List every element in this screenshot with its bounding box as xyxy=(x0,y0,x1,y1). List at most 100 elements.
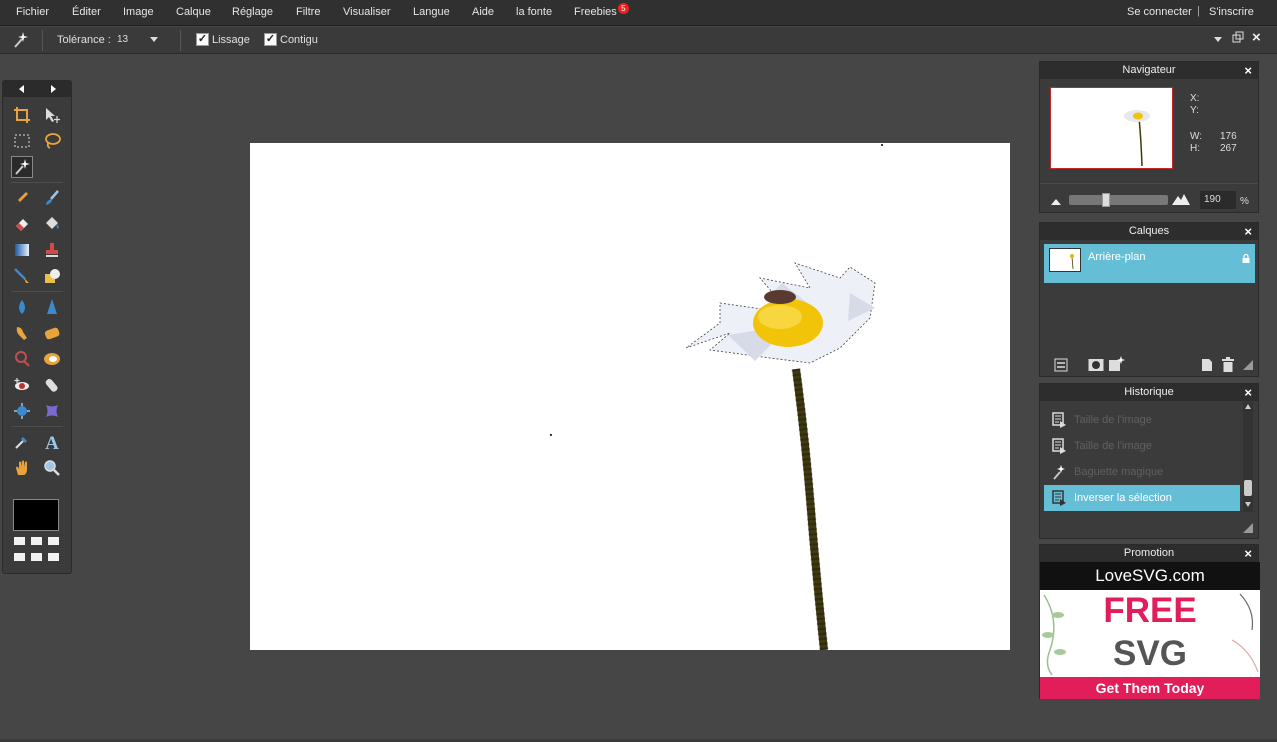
red-eye-icon[interactable] xyxy=(11,374,33,396)
history-item[interactable]: Taille de l'image xyxy=(1044,433,1240,459)
paint-bucket-icon[interactable] xyxy=(41,213,63,235)
navigator-panel: Navigateur × X: Y: W: 176 H: 267 190 % xyxy=(1039,61,1259,213)
history-item-active[interactable]: Inverser la sélection xyxy=(1044,485,1240,511)
menu-reglage[interactable]: Réglage xyxy=(232,6,273,18)
scroll-down-icon[interactable] xyxy=(1245,502,1251,507)
promo-cta-button[interactable]: Get Them Today xyxy=(1040,677,1260,699)
tool-divider xyxy=(11,182,63,183)
panels-dropdown-icon[interactable] xyxy=(1214,37,1222,42)
menu-visualiser[interactable]: Visualiser xyxy=(343,6,391,18)
brush-icon[interactable] xyxy=(41,187,63,209)
image-canvas[interactable] xyxy=(250,143,1010,650)
navigator-title: Navigateur xyxy=(1122,64,1176,76)
panel-resize-icon[interactable] xyxy=(1243,523,1253,533)
history-item[interactable]: Taille de l'image xyxy=(1044,407,1240,433)
close-icon[interactable]: × xyxy=(1244,384,1252,401)
history-scrollbar[interactable] xyxy=(1243,402,1253,512)
navigator-thumbnail[interactable] xyxy=(1050,87,1173,169)
promo-svg-text: SVG xyxy=(1113,634,1187,673)
magic-wand-tool-icon[interactable] xyxy=(11,156,33,178)
close-window-icon[interactable]: × xyxy=(1252,29,1261,46)
new-layer-icon[interactable] xyxy=(1201,358,1213,372)
dodge-burn-icon[interactable] xyxy=(11,348,33,370)
eraser-icon[interactable] xyxy=(11,213,33,235)
crop-icon[interactable] xyxy=(11,104,33,126)
menu-la-fonte[interactable]: la fonte xyxy=(516,6,552,18)
close-icon[interactable]: × xyxy=(1244,62,1252,79)
layers-toolbar xyxy=(1040,353,1258,377)
close-icon[interactable]: × xyxy=(1244,223,1252,240)
gradient-icon[interactable] xyxy=(11,239,33,261)
zoom-slider-handle[interactable] xyxy=(1102,193,1110,207)
layer-thumbnail xyxy=(1049,248,1081,272)
delete-layer-icon[interactable] xyxy=(1222,357,1234,372)
type-icon[interactable]: A xyxy=(41,431,63,453)
grid-view-icon[interactable] xyxy=(14,537,60,565)
smudge-icon[interactable] xyxy=(11,322,33,344)
hand-icon[interactable] xyxy=(11,457,33,479)
tolerance-dropdown-icon[interactable] xyxy=(150,37,158,42)
menu-editer[interactable]: Éditer xyxy=(72,6,101,18)
promo-brand: LoveSVG.com xyxy=(1040,562,1260,590)
smoothing-checkbox[interactable]: ✓ xyxy=(196,33,209,46)
bloat-icon[interactable] xyxy=(41,374,63,396)
zoom-slider[interactable] xyxy=(1069,195,1168,205)
color-swatch[interactable] xyxy=(13,499,59,531)
layer-row[interactable]: Arrière-plan xyxy=(1044,244,1255,283)
register-link[interactable]: S'inscrire xyxy=(1209,6,1254,18)
options-divider xyxy=(42,30,43,51)
marquee-icon[interactable] xyxy=(11,130,33,152)
sponge-icon[interactable] xyxy=(41,322,63,344)
clone-stamp-icon[interactable] xyxy=(41,239,63,261)
menu-filtre[interactable]: Filtre xyxy=(296,6,320,18)
contiguous-checkbox[interactable]: ✓ xyxy=(264,33,277,46)
layers-header: Calques × xyxy=(1040,223,1258,240)
menu-langue[interactable]: Langue xyxy=(413,6,450,18)
collapse-right-icon[interactable] xyxy=(51,85,56,93)
sign-in-link[interactable]: Se connecter xyxy=(1127,6,1192,18)
menu-freebies[interactable]: Freebies 5 xyxy=(574,3,629,18)
history-item-label: Inverser la sélection xyxy=(1074,492,1172,504)
toolbox: A xyxy=(2,80,72,574)
collapse-left-icon[interactable] xyxy=(19,85,24,93)
blur-icon[interactable] xyxy=(11,296,33,318)
layer-mask-icon[interactable] xyxy=(1088,358,1104,372)
pencil-icon[interactable] xyxy=(11,187,33,209)
distort-icon[interactable] xyxy=(41,400,63,422)
close-icon[interactable]: × xyxy=(1244,545,1252,562)
panel-resize-icon[interactable] xyxy=(1243,360,1253,370)
promo-free-text: FREE xyxy=(1103,591,1197,630)
options-bar: Tolérance : 13 ✓ Lissage ✓ Contigu × xyxy=(0,27,1277,54)
color-replace-icon[interactable] xyxy=(11,265,33,287)
lasso-icon[interactable] xyxy=(41,130,63,152)
zoom-input[interactable]: 190 xyxy=(1200,191,1236,209)
w-label: W: xyxy=(1190,131,1203,142)
pinch-icon[interactable] xyxy=(11,400,33,422)
smoothing-label: Lissage xyxy=(212,34,250,46)
zoom-in-icon[interactable] xyxy=(1172,193,1190,205)
shape-icon[interactable] xyxy=(41,265,63,287)
color-picker-icon[interactable] xyxy=(11,431,33,453)
daisy-image xyxy=(550,144,883,650)
menu-calque[interactable]: Calque xyxy=(176,6,211,18)
zoom-out-icon[interactable] xyxy=(1050,196,1062,205)
document-icon xyxy=(1052,438,1066,454)
zoom-icon[interactable] xyxy=(41,457,63,479)
scroll-handle[interactable] xyxy=(1244,480,1252,496)
restore-window-icon[interactable] xyxy=(1232,31,1244,43)
promotion-banner[interactable]: LoveSVG.com FREE SVG Get Them Today xyxy=(1040,562,1260,699)
menu-image[interactable]: Image xyxy=(123,6,154,18)
magic-wand-icon xyxy=(1052,464,1066,480)
move-icon[interactable] xyxy=(41,104,63,126)
tolerance-input[interactable]: 13 xyxy=(113,32,143,49)
navigator-divider xyxy=(1040,183,1258,184)
spot-heal-icon[interactable] xyxy=(41,348,63,370)
menu-fichier[interactable]: Fichier xyxy=(16,6,49,18)
layer-settings-icon[interactable] xyxy=(1054,358,1068,372)
sharpen-icon[interactable] xyxy=(41,296,63,318)
zoom-unit: % xyxy=(1240,196,1249,207)
layer-effects-icon[interactable] xyxy=(1108,356,1126,372)
menu-aide[interactable]: Aide xyxy=(472,6,494,18)
scroll-up-icon[interactable] xyxy=(1245,404,1251,409)
history-item[interactable]: Baguette magique xyxy=(1044,459,1240,485)
